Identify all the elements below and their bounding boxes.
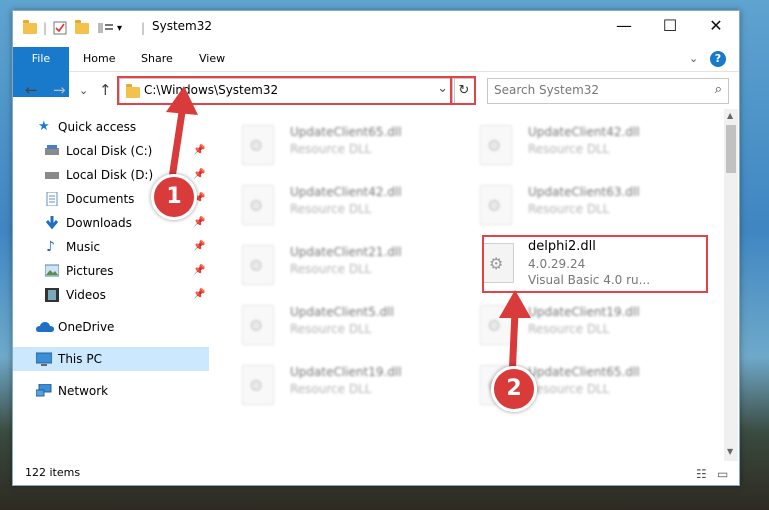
arrow-2-head bbox=[499, 290, 531, 318]
step-1-badge: 1 bbox=[151, 174, 197, 220]
annotation-arrows bbox=[166, 86, 531, 382]
arrow-1-head bbox=[166, 86, 198, 115]
arrow-1 bbox=[168, 108, 186, 182]
step-2-badge: 2 bbox=[491, 366, 537, 412]
